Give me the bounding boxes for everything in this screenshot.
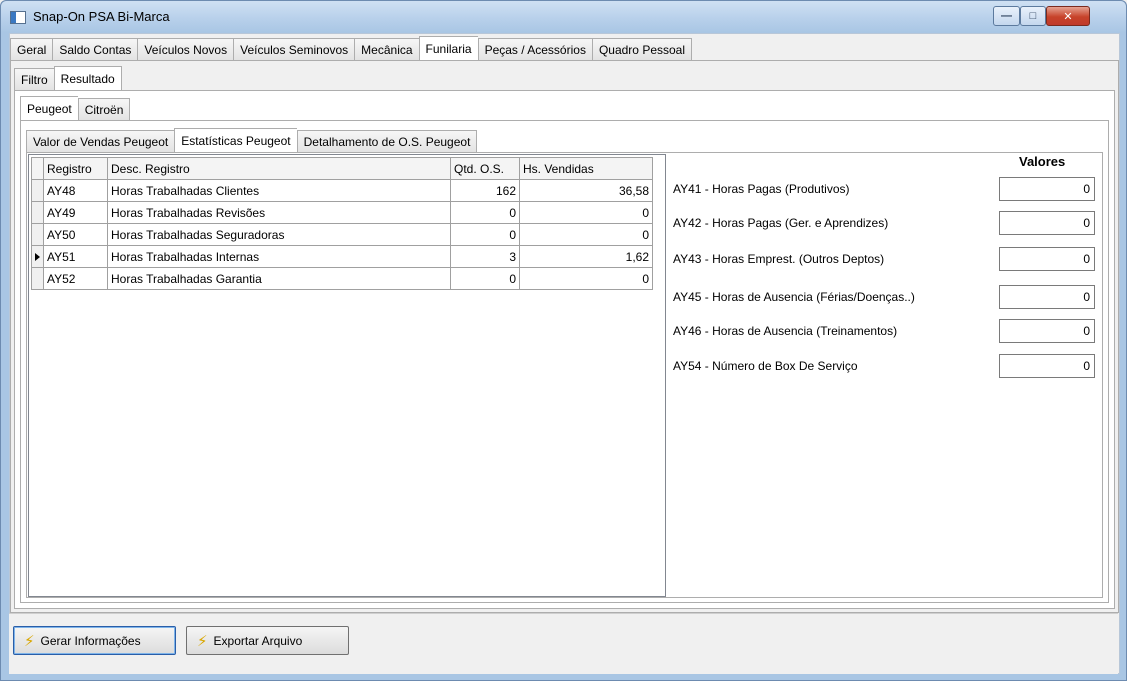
tab-veiculos-novos[interactable]: Veículos Novos [137,38,234,60]
brand-tabs: Peugeot Citroën [20,96,131,120]
col-qtd-os[interactable]: Qtd. O.S. [450,157,520,180]
row-indicator [31,179,44,202]
cell-hs[interactable]: 0 [519,267,653,290]
app-window: Snap-On PSA Bi-Marca — □ ✕ Geral Saldo C… [0,0,1127,681]
field-ay41: AY41 - Horas Pagas (Produtivos) 0 [673,177,1097,201]
valores-panel: Valores AY41 - Horas Pagas (Produtivos) … [665,154,1102,597]
cell-desc[interactable]: Horas Trabalhadas Clientes [107,179,451,202]
minimize-icon: — [1001,10,1012,22]
table-row[interactable]: AY52 Horas Trabalhadas Garantia 0 0 [31,267,653,290]
grid-table: Registro Desc. Registro Qtd. O.S. Hs. Ve… [31,157,653,290]
minimize-button[interactable]: — [993,6,1020,26]
exportar-arquivo-label: Exportar Arquivo [213,633,303,648]
field-label: AY43 - Horas Emprest. (Outros Deptos) [673,252,885,266]
cell-hs[interactable]: 1,62 [519,245,653,268]
row-indicator [31,245,44,268]
lightning-bolt-icon: ⚡ [197,632,208,650]
field-ay46-input[interactable]: 0 [999,319,1095,343]
field-ay45-input[interactable]: 0 [999,285,1095,309]
cell-desc[interactable]: Horas Trabalhadas Seguradoras [107,223,451,246]
cell-desc[interactable]: Horas Trabalhadas Garantia [107,267,451,290]
exportar-arquivo-button[interactable]: ⚡ Exportar Arquivo [186,626,349,655]
cell-qtd[interactable]: 0 [450,267,520,290]
cell-registro[interactable]: AY50 [43,223,108,246]
app-icon[interactable] [10,11,26,24]
cell-registro[interactable]: AY52 [43,267,108,290]
field-ay42-input[interactable]: 0 [999,211,1095,235]
maximize-button[interactable]: □ [1020,6,1046,26]
tab-citroen[interactable]: Citroën [77,98,131,120]
cell-qtd[interactable]: 162 [450,179,520,202]
tab-geral[interactable]: Geral [10,38,53,60]
tab-pecas-acessorios[interactable]: Peças / Acessórios [477,38,592,60]
col-desc-registro[interactable]: Desc. Registro [107,157,451,180]
report-tabs: Valor de Vendas Peugeot Estatísticas Peu… [26,128,478,152]
tab-filtro[interactable]: Filtro [14,68,54,90]
title-bar[interactable]: Snap-On PSA Bi-Marca — □ ✕ [1,1,1126,33]
field-ay54-input[interactable]: 0 [999,354,1095,378]
cell-desc[interactable]: Horas Trabalhadas Revisões [107,201,451,224]
cell-qtd[interactable]: 0 [450,223,520,246]
field-label: AY45 - Horas de Ausencia (Férias/Doenças… [673,290,915,304]
window-title: Snap-On PSA Bi-Marca [33,9,170,24]
maximize-icon: □ [1029,10,1037,22]
tab-detalhamento-os[interactable]: Detalhamento de O.S. Peugeot [296,130,478,152]
field-ay54: AY54 - Número de Box De Serviço 0 [673,354,1097,378]
lightning-bolt-icon: ⚡ [24,632,35,650]
valores-header: Valores [1019,154,1066,169]
cell-desc[interactable]: Horas Trabalhadas Internas [107,245,451,268]
table-row[interactable]: AY48 Horas Trabalhadas Clientes 162 36,5… [31,179,653,202]
tab-veiculos-seminovos[interactable]: Veículos Seminovos [233,38,355,60]
field-ay46: AY46 - Horas de Ausencia (Treinamentos) … [673,319,1097,343]
field-label: AY42 - Horas Pagas (Ger. e Aprendizes) [673,216,889,230]
cell-hs[interactable]: 0 [519,201,653,224]
gerar-informacoes-label: Gerar Informações [40,633,141,648]
tab-estatisticas[interactable]: Estatísticas Peugeot [174,128,297,152]
sub-tabs: Filtro Resultado [14,66,122,90]
close-icon: ✕ [1063,10,1073,23]
table-row[interactable]: AY49 Horas Trabalhadas Revisões 0 0 [31,201,653,224]
tab-quadro-pessoal[interactable]: Quadro Pessoal [591,38,693,60]
field-label: AY41 - Horas Pagas (Produtivos) [673,182,850,196]
gerar-informacoes-button[interactable]: ⚡ Gerar Informações [13,626,176,655]
cell-qtd[interactable]: 0 [450,201,520,224]
col-registro[interactable]: Registro [43,157,108,180]
row-indicator [31,267,44,290]
tab-saldo-contas[interactable]: Saldo Contas [52,38,138,60]
statistics-grid[interactable]: Registro Desc. Registro Qtd. O.S. Hs. Ve… [28,154,666,597]
tab-mecanica[interactable]: Mecânica [354,38,419,60]
field-ay45: AY45 - Horas de Ausencia (Férias/Doenças… [673,285,1097,309]
field-ay43: AY43 - Horas Emprest. (Outros Deptos) 0 [673,247,1097,271]
field-ay43-input[interactable]: 0 [999,247,1095,271]
tab-resultado[interactable]: Resultado [53,66,122,90]
tab-funilaria[interactable]: Funilaria [418,36,478,60]
tab-valor-de-vendas[interactable]: Valor de Vendas Peugeot [26,130,175,152]
field-label: AY54 - Número de Box De Serviço [673,359,858,373]
table-row-current[interactable]: AY51 Horas Trabalhadas Internas 3 1,62 [31,245,653,268]
cell-hs[interactable]: 36,58 [519,179,653,202]
main-tabs: Geral Saldo Contas Veículos Novos Veícul… [10,36,693,60]
close-button[interactable]: ✕ [1046,6,1090,26]
table-row[interactable]: AY50 Horas Trabalhadas Seguradoras 0 0 [31,223,653,246]
current-row-arrow-icon [35,252,40,261]
cell-registro[interactable]: AY49 [43,201,108,224]
field-ay42: AY42 - Horas Pagas (Ger. e Aprendizes) 0 [673,211,1097,235]
cell-hs[interactable]: 0 [519,223,653,246]
row-indicator [31,223,44,246]
field-label: AY46 - Horas de Ausencia (Treinamentos) [673,324,898,338]
cell-registro[interactable]: AY51 [43,245,108,268]
field-ay41-input[interactable]: 0 [999,177,1095,201]
tab-peugeot[interactable]: Peugeot [20,96,78,120]
cell-qtd[interactable]: 3 [450,245,520,268]
row-indicator [31,201,44,224]
col-hs-vendidas[interactable]: Hs. Vendidas [519,157,653,180]
cell-registro[interactable]: AY48 [43,179,108,202]
grid-indicator-header [31,157,44,180]
bottom-toolbar: ⚡ Gerar Informações ⚡ Exportar Arquivo [9,613,1118,674]
